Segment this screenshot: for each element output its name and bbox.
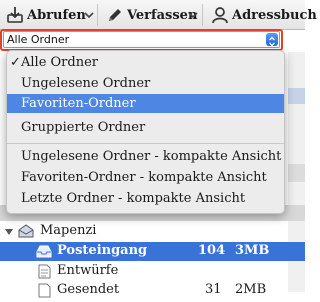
folder-pane-row-selected-edge	[288, 88, 305, 104]
menu-item-label: Ungelesene Ordner	[21, 76, 151, 91]
folder-view-menu: ✓ Alle Ordner Ungelesene Ordner Favorite…	[6, 50, 285, 214]
compose-dropdown-chevron-icon[interactable]	[186, 7, 200, 23]
addressbook-label: Adressbuch	[232, 7, 317, 23]
menu-separator	[7, 143, 284, 144]
tree-inbox-row[interactable]: Posteingang 104 3MB	[0, 242, 305, 261]
menu-item-label: Favoriten-Ordner	[21, 96, 136, 111]
account-icon	[18, 224, 34, 242]
folder-pane-row-edge	[288, 164, 305, 182]
checkmark-icon: ✓	[10, 55, 21, 70]
sent-unread-count: 31	[205, 282, 222, 297]
addressbook-button[interactable]: Adressbuch	[211, 4, 317, 26]
folder-tree: Mapenzi Posteingang 104 3MB Entwürfe Ges…	[0, 205, 305, 298]
inbox-icon	[36, 244, 52, 262]
toolbar-divider	[97, 4, 98, 26]
menu-item-unread-compact[interactable]: Ungelesene Ordner - kompakte Ansicht	[7, 147, 284, 166]
fetch-button[interactable]: Abrufen	[6, 4, 86, 26]
compose-button[interactable]: Verfassen	[106, 4, 197, 26]
fetch-label: Abrufen	[27, 7, 86, 23]
menu-item-favorite-folders[interactable]: Favoriten-Ordner	[7, 94, 284, 113]
select-updown-arrows-icon[interactable]	[266, 33, 278, 47]
pencil-icon	[106, 6, 124, 24]
toolbar-divider	[202, 4, 203, 26]
tree-account-row[interactable]: Mapenzi	[0, 222, 305, 241]
folder-view-select[interactable]: Alle Ordner	[3, 31, 280, 48]
inbox-unread-count: 104	[198, 243, 226, 258]
download-icon	[6, 6, 24, 24]
disclosure-triangle-icon[interactable]	[4, 226, 14, 241]
menu-item-grouped-folders[interactable]: Gruppierte Ordner	[7, 118, 284, 137]
menu-item-label: Letzte Ordner - kompakte Ansicht	[21, 191, 246, 206]
inbox-name: Posteingang	[57, 243, 148, 258]
drafts-name: Entwürfe	[57, 263, 119, 278]
menu-item-favorite-compact[interactable]: Favoriten-Ordner - kompakte Ansicht	[7, 168, 284, 187]
menu-item-recent-compact[interactable]: Letzte Ordner - kompakte Ansicht	[7, 189, 284, 208]
menu-item-label: Favoriten-Ordner - kompakte Ansicht	[21, 170, 267, 185]
menu-item-unread-folders[interactable]: Ungelesene Ordner	[7, 74, 284, 93]
tree-sent-row[interactable]: Gesendet 31 2MB	[0, 281, 305, 300]
folder-view-select-value: Alle Ordner	[7, 33, 70, 46]
account-name: Mapenzi	[40, 223, 97, 238]
sent-size: 2MB	[235, 282, 267, 297]
sent-name: Gesendet	[57, 282, 120, 297]
sent-icon	[38, 283, 51, 302]
tree-drafts-row[interactable]: Entwürfe	[0, 262, 305, 281]
toolbar: Abrufen Verfassen Adressbuch	[0, 0, 317, 30]
contact-icon	[211, 6, 229, 24]
menu-item-all-folders[interactable]: ✓ Alle Ordner	[7, 53, 284, 72]
menu-item-label: Gruppierte Ordner	[21, 120, 146, 135]
fetch-dropdown-chevron-icon[interactable]	[82, 7, 96, 23]
menu-item-label: Alle Ordner	[21, 55, 99, 70]
menu-item-label: Ungelesene Ordner - kompakte Ansicht	[21, 149, 282, 164]
inbox-size: 3MB	[235, 243, 270, 258]
